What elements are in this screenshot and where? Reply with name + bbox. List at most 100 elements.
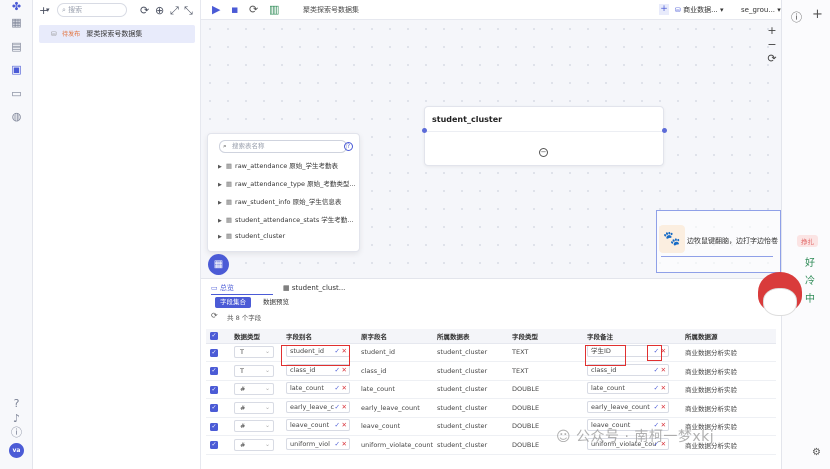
row-checkbox[interactable]: ✓	[206, 361, 230, 381]
locate-icon[interactable]: ⊕	[155, 4, 164, 17]
tab-student-cluster[interactable]: ▦ student_clust...	[283, 282, 345, 294]
dataset-item[interactable]: ⛁ 待发布 聚类探索号数据集	[39, 25, 195, 43]
collapse-icon[interactable]: ⤡	[184, 4, 193, 18]
close-icon[interactable]: ✕	[342, 365, 347, 375]
collapse-icon[interactable]: −	[539, 148, 548, 157]
data-type-select[interactable]: # ⌄	[234, 401, 274, 414]
info-icon[interactable]: ⓘ	[10, 426, 23, 439]
question-icon[interactable]: ?	[10, 397, 23, 410]
refresh-icon[interactable]: ⟳	[211, 311, 218, 320]
dataset-icon[interactable]: ▣	[10, 63, 23, 76]
table-name-cell: student_cluster	[433, 361, 509, 381]
data-type-select[interactable]: # ⌄	[234, 420, 274, 433]
field-type-cell: DOUBLE	[508, 380, 584, 399]
info-icon[interactable]: ⓘ	[791, 9, 802, 25]
confirm-icon[interactable]: ✓	[335, 365, 340, 375]
row-checkbox[interactable]: ✓	[206, 398, 230, 418]
close-icon[interactable]: ✕	[342, 402, 347, 412]
table-node[interactable]: student_cluster −	[422, 106, 667, 166]
save-icon[interactable]: ▪	[231, 3, 238, 16]
table-list-item[interactable]: ▶ ▦ raw_attendance 原始_学生考勤表	[218, 160, 338, 170]
highlight-box	[281, 345, 350, 366]
refresh-icon[interactable]: ⟳	[249, 3, 258, 16]
table-icon: ▦	[225, 232, 233, 240]
search-placeholder: 搜索	[68, 6, 83, 14]
group-select[interactable]: se_grou... ▾	[741, 3, 781, 17]
close-icon[interactable]: ✕	[661, 383, 666, 393]
expand-icon[interactable]: ⤢	[170, 4, 179, 18]
close-icon[interactable]: ✕	[342, 383, 347, 393]
database-icon[interactable]: ▤	[10, 40, 23, 53]
field-remark-input[interactable]: late_count ✓ ✕	[587, 382, 670, 395]
confirm-icon[interactable]: ✓	[654, 365, 659, 375]
table-row[interactable]: ✓ # ⌄ early_leave_c ✓ ✕ early_leave_count stude…	[206, 398, 776, 418]
export-icon[interactable]: ▥	[269, 3, 279, 16]
table-name-cell: student_cluster	[433, 398, 509, 418]
row-checkbox[interactable]: ✓	[206, 380, 230, 399]
help-circle-icon[interactable]: ◍	[10, 110, 23, 123]
table-list-item[interactable]: ▶ ▦ raw_attendance_type 原始_考勤类型...	[218, 178, 356, 188]
dataset-search-input[interactable]: ⌕ 搜索	[57, 3, 127, 17]
confirm-icon[interactable]: ✓	[654, 383, 659, 393]
confirm-icon[interactable]: ✓	[335, 439, 340, 449]
subtab-field-set[interactable]: 字段集合	[215, 297, 251, 308]
subtab-data-preview[interactable]: 数据预览	[258, 297, 294, 308]
confirm-icon[interactable]: ✓	[654, 402, 659, 412]
chevron-down-icon: ⌄	[264, 422, 270, 430]
confirm-icon[interactable]: ✓	[335, 383, 340, 393]
row-checkbox[interactable]: ✓	[206, 417, 230, 436]
avatar[interactable]: va	[9, 443, 24, 458]
puppy-sticker-icon: 🐾	[659, 225, 685, 253]
field-alias-input[interactable]: early_leave_c ✓ ✕	[286, 400, 350, 413]
zoom-in-button[interactable]: +	[765, 24, 779, 37]
input-port[interactable]	[422, 128, 427, 133]
field-alias-input[interactable]: uniform_viol ✓ ✕	[286, 437, 350, 450]
data-type-select[interactable]: # ⌄	[234, 438, 274, 451]
table-list-item[interactable]: ▶ ▦ raw_student_info 原始_学生信息表	[218, 196, 341, 206]
data-type-select[interactable]: # ⌄	[234, 383, 274, 396]
table-list-item[interactable]: ▶ ▦ student_attendance_stats 学生考勤...	[218, 214, 353, 224]
data-type-select[interactable]: T ⌄	[234, 346, 274, 359]
output-port[interactable]	[662, 128, 667, 133]
close-icon[interactable]: ✕	[661, 402, 666, 412]
active-tab-indicator	[211, 294, 273, 295]
close-icon[interactable]: ✕	[342, 439, 347, 449]
dataset-icon: ⛁	[51, 30, 57, 38]
add-icon[interactable]: +	[659, 4, 669, 15]
folder-icon[interactable]: ▭	[10, 87, 23, 100]
dataset-select[interactable]: ⛁ 商业数据... ▾	[675, 3, 724, 17]
table-grid-button[interactable]: ▦	[208, 254, 229, 275]
field-alias-value: class_id	[290, 365, 316, 374]
dataset-panel: + ▾ ⌕ 搜索 ⟳ ⊕ ⤢ ⤡ ⛁ 待发布 聚类探索号数据集	[33, 0, 201, 469]
grid-icon[interactable]: ▦	[10, 16, 23, 29]
settings-icon[interactable]: ⚙	[812, 447, 821, 458]
reset-view-button[interactable]: ⟳	[765, 52, 779, 65]
zoom-out-button[interactable]: −	[765, 38, 779, 51]
run-icon[interactable]: ▶	[212, 3, 220, 16]
add-icon[interactable]: +	[812, 7, 823, 22]
field-alias-value: leave_count	[290, 421, 330, 430]
chevron-down-icon[interactable]: ▾	[46, 6, 50, 14]
confirm-icon[interactable]: ✓	[335, 402, 340, 412]
help-icon[interactable]: ?	[344, 142, 353, 151]
bell-icon[interactable]: ♪	[10, 412, 23, 425]
table-row[interactable]: ✓ # ⌄ late_count ✓ ✕ late_count student_cluster…	[206, 380, 776, 399]
table-search-input[interactable]: ⌕ 搜索表名称	[219, 140, 347, 153]
table-list-item[interactable]: ▶ ▦ student_cluster	[218, 232, 285, 240]
field-alias-input[interactable]: late_count ✓ ✕	[286, 382, 350, 395]
select-all-checkbox[interactable]: ✓	[206, 329, 230, 344]
watermark: ☺ 公众号 · 南柯一梦xkj	[556, 426, 714, 446]
tab-overview[interactable]: ▭ 总览	[211, 282, 234, 294]
row-checkbox[interactable]: ✓	[206, 343, 230, 362]
data-type-select[interactable]: T ⌄	[234, 364, 274, 377]
field-alias-input[interactable]: leave_count ✓ ✕	[286, 419, 350, 432]
row-checkbox[interactable]: ✓	[206, 435, 230, 455]
field-type-cell: TEXT	[508, 343, 584, 362]
close-icon[interactable]: ✕	[342, 420, 347, 430]
close-icon[interactable]: ✕	[661, 365, 666, 375]
field-remark-input[interactable]: early_leave_count ✓ ✕	[587, 400, 670, 413]
confirm-icon[interactable]: ✓	[335, 420, 340, 430]
refresh-icon[interactable]: ⟳	[140, 4, 149, 17]
sticker-text: 边牧鼠键翻脑，边打字边怡卷	[687, 237, 778, 245]
field-remark-value: late_count	[591, 384, 625, 393]
